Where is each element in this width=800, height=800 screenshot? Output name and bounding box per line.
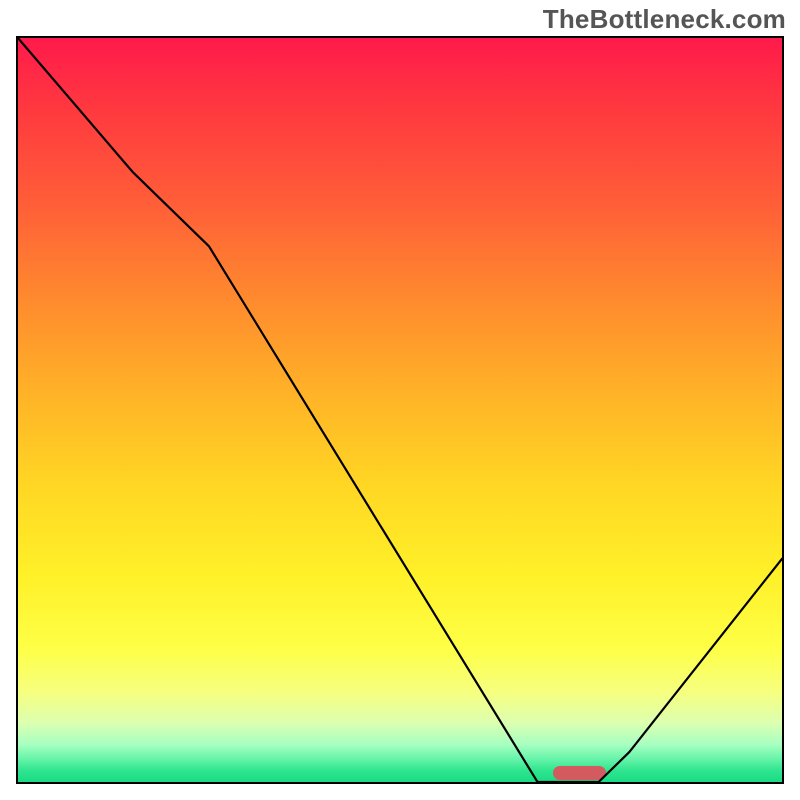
plot-frame [16,36,784,784]
bottleneck-curve [18,38,782,782]
watermark-text: TheBottleneck.com [543,4,786,35]
chart-container: TheBottleneck.com [0,0,800,800]
